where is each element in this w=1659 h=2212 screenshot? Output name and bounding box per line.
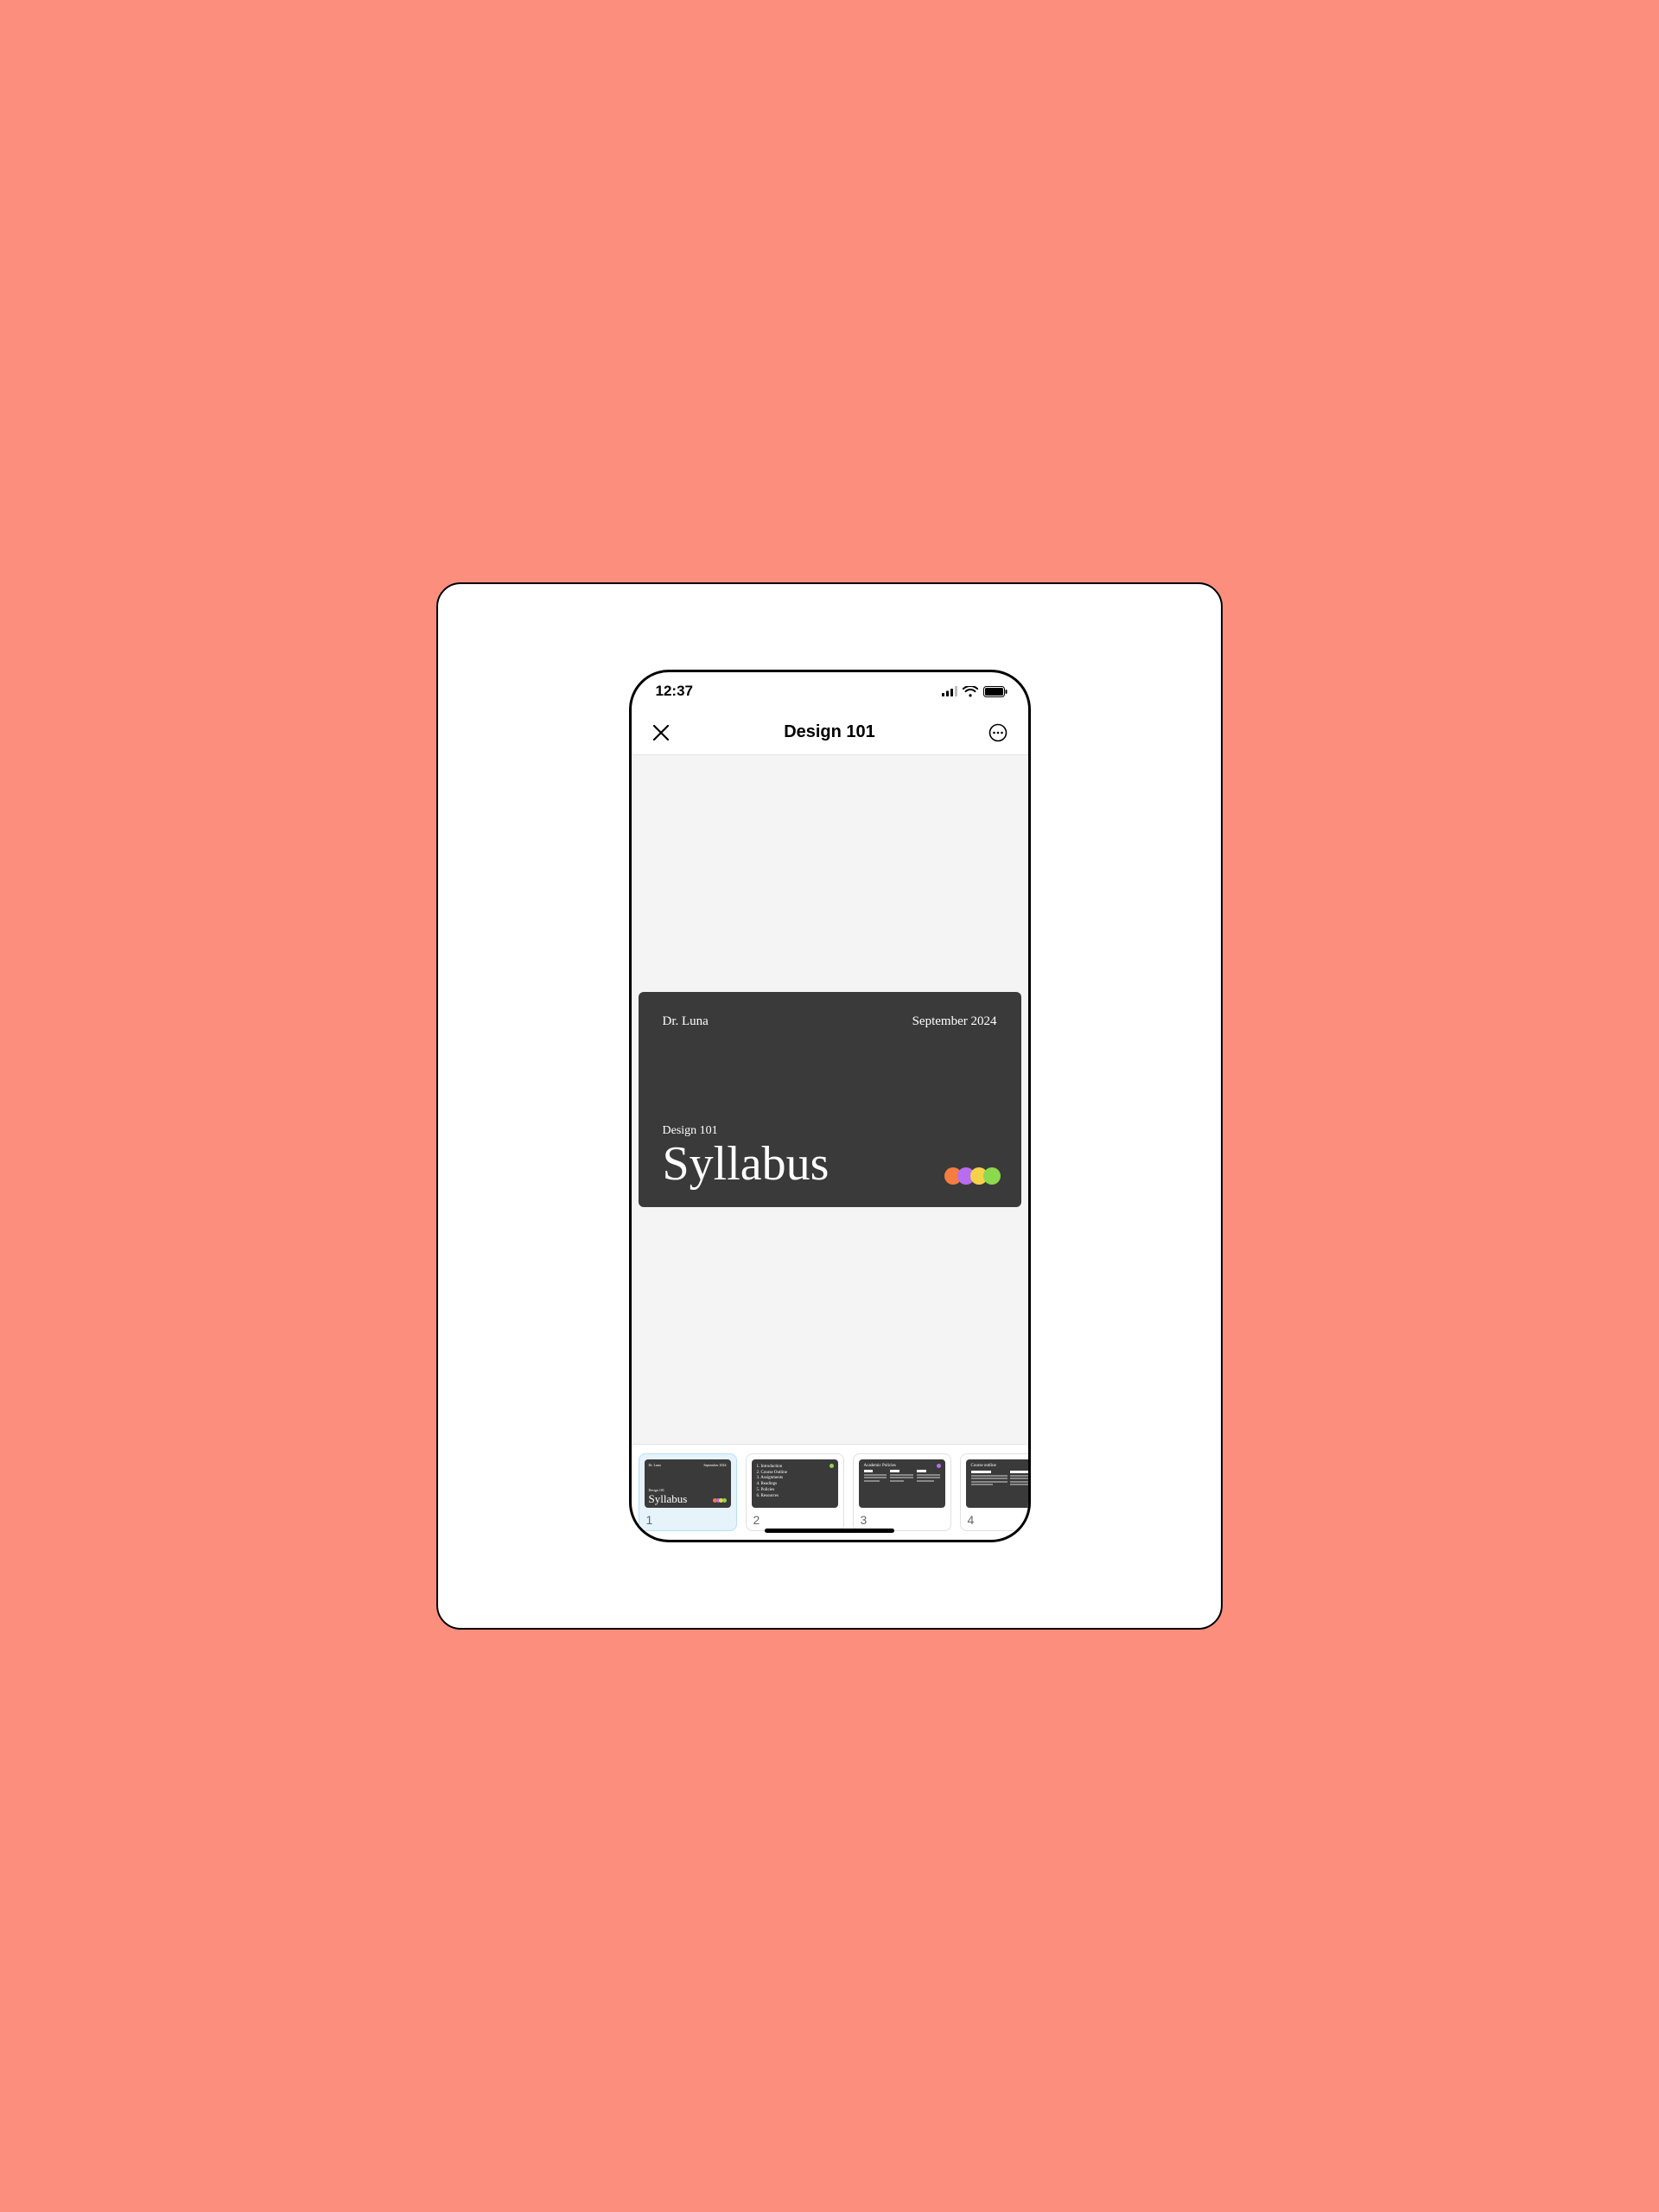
close-button[interactable]	[647, 719, 675, 747]
thumbnail-slide-4[interactable]: Course outline 4	[960, 1453, 1028, 1531]
thumbnail-preview: 1. Introduction 2. Course Outline 3. Ass…	[752, 1459, 838, 1508]
phone-device: 12:37	[629, 670, 1031, 1542]
home-indicator[interactable]	[765, 1529, 894, 1533]
thumb-title: Course outline	[966, 1459, 1028, 1468]
thumb-columns	[966, 1468, 1028, 1490]
slide-color-dots	[944, 1167, 1001, 1185]
thumbnail-preview: Course outline	[966, 1459, 1028, 1508]
list-item: 4. Readings	[757, 1482, 833, 1488]
cellular-icon	[942, 686, 957, 696]
dot-icon	[983, 1167, 1001, 1185]
thumb-number: 1	[645, 1513, 731, 1527]
outer-frame: 12:37	[436, 582, 1223, 1630]
thumb-number: 2	[752, 1513, 838, 1527]
thumbnail-slide-1[interactable]: Dr. Luna September 2024 Design 101 Sylla…	[639, 1453, 737, 1531]
nav-title: Design 101	[784, 722, 875, 742]
wifi-icon	[963, 686, 978, 697]
list-item: 1. Introduction	[757, 1465, 833, 1471]
thumb-list: 1. Introduction 2. Course Outline 3. Ass…	[752, 1459, 838, 1505]
list-item: 3. Assignments	[757, 1476, 833, 1482]
slide-canvas[interactable]: Dr. Luna September 2024 Design 101 Sylla…	[632, 755, 1028, 1444]
status-bar: 12:37	[632, 672, 1028, 710]
thumb-number: 4	[966, 1513, 1028, 1527]
battery-icon	[983, 686, 1007, 697]
thumb-columns	[859, 1468, 945, 1485]
close-icon	[652, 724, 670, 741]
list-item: 5. Policies	[757, 1488, 833, 1494]
slide-author: Dr. Luna	[663, 1014, 709, 1029]
slide-course: Design 101	[663, 1124, 997, 1138]
thumbnail-slide-2[interactable]: 1. Introduction 2. Course Outline 3. Ass…	[746, 1453, 844, 1531]
thumbnail-preview: Dr. Luna September 2024 Design 101 Sylla…	[645, 1459, 731, 1508]
thumbnail-preview: Academic Policies	[859, 1459, 945, 1508]
slide-header-row: Dr. Luna September 2024	[663, 1014, 997, 1029]
slide-date: September 2024	[912, 1014, 997, 1029]
status-indicators	[942, 686, 1007, 697]
thumb-date: September 2024	[703, 1463, 726, 1467]
thumb-title: Academic Policies	[859, 1459, 945, 1468]
thumb-dots	[715, 1498, 727, 1503]
more-button[interactable]	[984, 719, 1012, 747]
dot-icon	[937, 1464, 941, 1468]
more-icon	[988, 723, 1007, 742]
main-slide[interactable]: Dr. Luna September 2024 Design 101 Sylla…	[639, 992, 1021, 1207]
thumb-title: Syllabus	[649, 1492, 688, 1506]
status-time: 12:37	[656, 683, 693, 700]
thumb-author: Dr. Luna	[649, 1463, 661, 1467]
slide-filmstrip[interactable]: Dr. Luna September 2024 Design 101 Sylla…	[632, 1444, 1028, 1540]
thumb-number: 3	[859, 1513, 945, 1527]
list-item: 6. Resources	[757, 1494, 833, 1500]
nav-bar: Design 101	[632, 710, 1028, 755]
dot-icon	[830, 1464, 834, 1468]
list-item: 2. Course Outline	[757, 1471, 833, 1477]
thumbnail-slide-3[interactable]: Academic Policies 3	[853, 1453, 951, 1531]
